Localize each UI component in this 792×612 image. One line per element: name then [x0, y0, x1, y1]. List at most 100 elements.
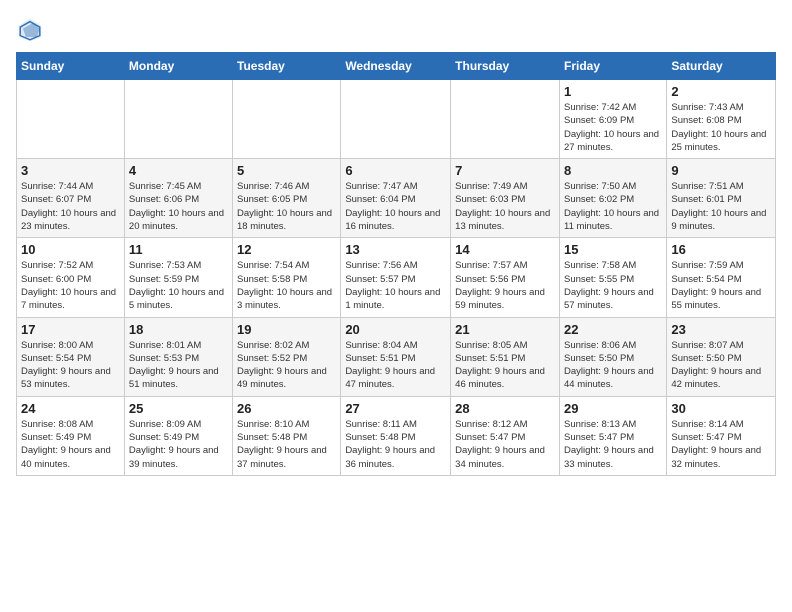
calendar-week-1: 1Sunrise: 7:42 AM Sunset: 6:09 PM Daylig…	[17, 80, 776, 159]
day-number: 10	[21, 242, 120, 257]
calendar-cell	[451, 80, 560, 159]
calendar-cell: 28 Sunrise: 8:12 AM Sunset: 5:47 PM Dayli…	[451, 396, 560, 475]
calendar-cell	[233, 80, 341, 159]
calendar-cell: 11 Sunrise: 7:53 AM Sunset: 5:59 PM Dayli…	[124, 238, 232, 317]
day-number: 25	[129, 401, 228, 416]
day-number: 17	[21, 322, 120, 337]
calendar-table: SundayMondayTuesdayWednesdayThursdayFrid…	[16, 52, 776, 476]
calendar-cell: 6 Sunrise: 7:47 AM Sunset: 6:04 PM Daylig…	[341, 159, 451, 238]
calendar-header: SundayMondayTuesdayWednesdayThursdayFrid…	[17, 53, 776, 80]
day-info: Sunrise: 8:07 AM Sunset: 5:50 PM Dayligh…	[671, 339, 771, 392]
calendar-cell: 12 Sunrise: 7:54 AM Sunset: 5:58 PM Dayli…	[233, 238, 341, 317]
day-number: 1	[564, 84, 662, 99]
calendar-cell: 17 Sunrise: 8:00 AM Sunset: 5:54 PM Dayli…	[17, 317, 125, 396]
calendar-cell: 19 Sunrise: 8:02 AM Sunset: 5:52 PM Dayli…	[233, 317, 341, 396]
day-number: 12	[237, 242, 336, 257]
day-number: 8	[564, 163, 662, 178]
day-number: 9	[671, 163, 771, 178]
day-info: Sunrise: 8:00 AM Sunset: 5:54 PM Dayligh…	[21, 339, 120, 392]
day-info: Sunrise: 8:11 AM Sunset: 5:48 PM Dayligh…	[345, 418, 446, 471]
day-number: 13	[345, 242, 446, 257]
day-number: 19	[237, 322, 336, 337]
day-info: Sunrise: 8:02 AM Sunset: 5:52 PM Dayligh…	[237, 339, 336, 392]
logo-icon	[16, 16, 44, 44]
header-cell-thursday: Thursday	[451, 53, 560, 80]
day-info: Sunrise: 8:10 AM Sunset: 5:48 PM Dayligh…	[237, 418, 336, 471]
day-info: Sunrise: 7:51 AM Sunset: 6:01 PM Dayligh…	[671, 180, 771, 233]
calendar-week-3: 10 Sunrise: 7:52 AM Sunset: 6:00 PM Dayli…	[17, 238, 776, 317]
header-cell-wednesday: Wednesday	[341, 53, 451, 80]
day-number: 6	[345, 163, 446, 178]
day-info: Sunrise: 7:58 AM Sunset: 5:55 PM Dayligh…	[564, 259, 662, 312]
calendar-cell: 2 Sunrise: 7:43 AM Sunset: 6:08 PM Daylig…	[667, 80, 776, 159]
header-cell-monday: Monday	[124, 53, 232, 80]
day-number: 30	[671, 401, 771, 416]
calendar-cell	[17, 80, 125, 159]
day-number: 24	[21, 401, 120, 416]
day-number: 2	[671, 84, 771, 99]
calendar-cell: 9 Sunrise: 7:51 AM Sunset: 6:01 PM Daylig…	[667, 159, 776, 238]
calendar-cell: 20 Sunrise: 8:04 AM Sunset: 5:51 PM Dayli…	[341, 317, 451, 396]
calendar-cell: 24 Sunrise: 8:08 AM Sunset: 5:49 PM Dayli…	[17, 396, 125, 475]
day-info: Sunrise: 8:06 AM Sunset: 5:50 PM Dayligh…	[564, 339, 662, 392]
day-info: Sunrise: 7:57 AM Sunset: 5:56 PM Dayligh…	[455, 259, 555, 312]
calendar-cell: 26 Sunrise: 8:10 AM Sunset: 5:48 PM Dayli…	[233, 396, 341, 475]
page-header	[16, 16, 776, 44]
day-info: Sunrise: 8:01 AM Sunset: 5:53 PM Dayligh…	[129, 339, 228, 392]
day-number: 14	[455, 242, 555, 257]
day-number: 11	[129, 242, 228, 257]
day-info: Sunrise: 7:54 AM Sunset: 5:58 PM Dayligh…	[237, 259, 336, 312]
day-number: 29	[564, 401, 662, 416]
day-number: 5	[237, 163, 336, 178]
day-number: 26	[237, 401, 336, 416]
day-number: 27	[345, 401, 446, 416]
calendar-cell	[124, 80, 232, 159]
day-number: 16	[671, 242, 771, 257]
calendar-cell: 21 Sunrise: 8:05 AM Sunset: 5:51 PM Dayli…	[451, 317, 560, 396]
header-cell-saturday: Saturday	[667, 53, 776, 80]
calendar-cell: 10 Sunrise: 7:52 AM Sunset: 6:00 PM Dayli…	[17, 238, 125, 317]
day-number: 7	[455, 163, 555, 178]
day-info: Sunrise: 7:59 AM Sunset: 5:54 PM Dayligh…	[671, 259, 771, 312]
day-info: Sunrise: 8:13 AM Sunset: 5:47 PM Dayligh…	[564, 418, 662, 471]
day-number: 28	[455, 401, 555, 416]
calendar-week-2: 3Sunrise: 7:44 AM Sunset: 6:07 PM Daylig…	[17, 159, 776, 238]
day-number: 20	[345, 322, 446, 337]
calendar-body: 1Sunrise: 7:42 AM Sunset: 6:09 PM Daylig…	[17, 80, 776, 476]
calendar-week-5: 24 Sunrise: 8:08 AM Sunset: 5:49 PM Dayli…	[17, 396, 776, 475]
calendar-cell: 1Sunrise: 7:42 AM Sunset: 6:09 PM Daylig…	[559, 80, 666, 159]
day-info: Sunrise: 8:05 AM Sunset: 5:51 PM Dayligh…	[455, 339, 555, 392]
calendar-cell: 13 Sunrise: 7:56 AM Sunset: 5:57 PM Dayli…	[341, 238, 451, 317]
day-info: Sunrise: 7:43 AM Sunset: 6:08 PM Dayligh…	[671, 101, 771, 154]
day-info: Sunrise: 7:53 AM Sunset: 5:59 PM Dayligh…	[129, 259, 228, 312]
header-cell-sunday: Sunday	[17, 53, 125, 80]
calendar-cell: 4Sunrise: 7:45 AM Sunset: 6:06 PM Daylig…	[124, 159, 232, 238]
calendar-cell: 16 Sunrise: 7:59 AM Sunset: 5:54 PM Dayli…	[667, 238, 776, 317]
day-info: Sunrise: 7:56 AM Sunset: 5:57 PM Dayligh…	[345, 259, 446, 312]
day-info: Sunrise: 8:04 AM Sunset: 5:51 PM Dayligh…	[345, 339, 446, 392]
header-cell-tuesday: Tuesday	[233, 53, 341, 80]
day-info: Sunrise: 8:14 AM Sunset: 5:47 PM Dayligh…	[671, 418, 771, 471]
calendar-cell: 3Sunrise: 7:44 AM Sunset: 6:07 PM Daylig…	[17, 159, 125, 238]
day-number: 21	[455, 322, 555, 337]
day-info: Sunrise: 7:46 AM Sunset: 6:05 PM Dayligh…	[237, 180, 336, 233]
day-info: Sunrise: 7:52 AM Sunset: 6:00 PM Dayligh…	[21, 259, 120, 312]
day-info: Sunrise: 8:12 AM Sunset: 5:47 PM Dayligh…	[455, 418, 555, 471]
day-info: Sunrise: 7:47 AM Sunset: 6:04 PM Dayligh…	[345, 180, 446, 233]
day-info: Sunrise: 8:08 AM Sunset: 5:49 PM Dayligh…	[21, 418, 120, 471]
calendar-cell: 14 Sunrise: 7:57 AM Sunset: 5:56 PM Dayli…	[451, 238, 560, 317]
calendar-cell: 7Sunrise: 7:49 AM Sunset: 6:03 PM Daylig…	[451, 159, 560, 238]
calendar-cell: 27 Sunrise: 8:11 AM Sunset: 5:48 PM Dayli…	[341, 396, 451, 475]
day-info: Sunrise: 7:45 AM Sunset: 6:06 PM Dayligh…	[129, 180, 228, 233]
calendar-cell: 30 Sunrise: 8:14 AM Sunset: 5:47 PM Dayli…	[667, 396, 776, 475]
calendar-cell: 8Sunrise: 7:50 AM Sunset: 6:02 PM Daylig…	[559, 159, 666, 238]
day-info: Sunrise: 7:44 AM Sunset: 6:07 PM Dayligh…	[21, 180, 120, 233]
calendar-cell: 5 Sunrise: 7:46 AM Sunset: 6:05 PM Daylig…	[233, 159, 341, 238]
calendar-cell: 25Sunrise: 8:09 AM Sunset: 5:49 PM Dayli…	[124, 396, 232, 475]
calendar-cell: 22Sunrise: 8:06 AM Sunset: 5:50 PM Dayli…	[559, 317, 666, 396]
header-row: SundayMondayTuesdayWednesdayThursdayFrid…	[17, 53, 776, 80]
header-cell-friday: Friday	[559, 53, 666, 80]
calendar-cell	[341, 80, 451, 159]
logo	[16, 16, 48, 44]
calendar-cell: 23Sunrise: 8:07 AM Sunset: 5:50 PM Dayli…	[667, 317, 776, 396]
